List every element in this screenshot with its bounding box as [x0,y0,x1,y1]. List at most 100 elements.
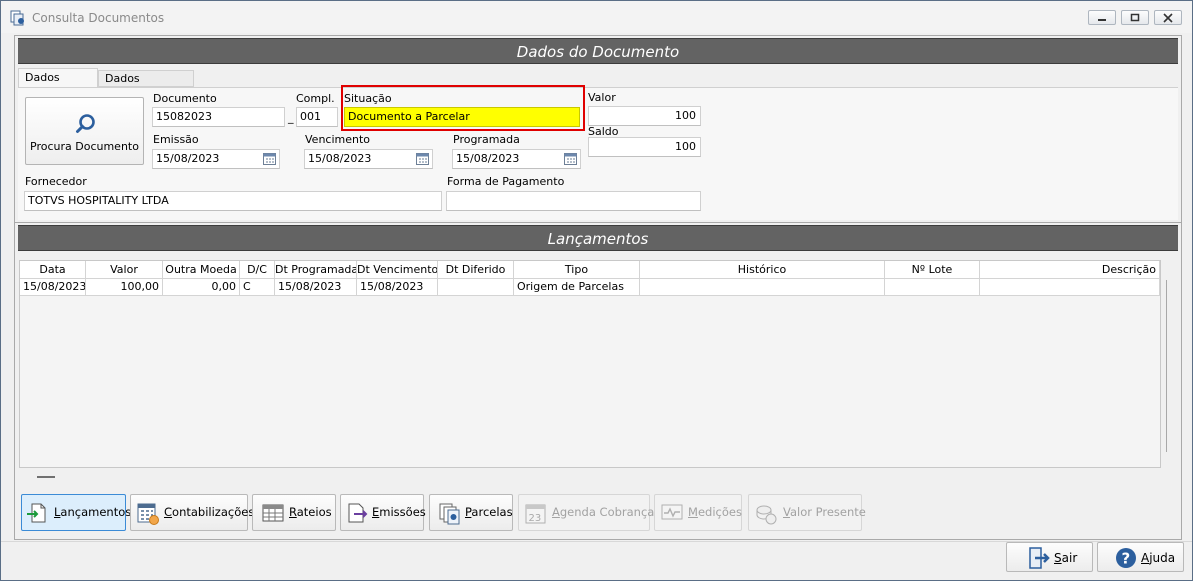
emissoes-button[interactable]: Emissões [340,494,426,531]
grid-header-tipo[interactable]: Tipo [514,261,640,279]
minimize-icon [1098,19,1106,21]
ajuda-label: juda [1149,551,1176,565]
grid-header-data[interactable]: Data [20,261,86,279]
table-row-cell-historico[interactable] [640,279,885,296]
table-row-cell-dt-programada[interactable]: 15/08/2023 [275,279,357,296]
agenda-cobranca-label: genda Cobrança [559,505,655,519]
fornecedor-label: Fornecedor [25,175,87,188]
medicoes-label: edições [697,505,742,519]
ajuda-mnemonic: A [1141,551,1150,565]
lancamentos-button[interactable]: Lançamentos [21,494,131,531]
sair-button[interactable]: Sair [1006,542,1093,572]
emissoes-label: missões [379,505,426,519]
grid-vertical-scrollbar[interactable] [1166,280,1167,452]
medicoes-mnemonic: M [688,505,698,519]
grid-header-historico[interactable]: Histórico [640,261,885,279]
contabilizacoes-label: ontabilizações [172,505,255,519]
ajuda-button[interactable]: ? Ajuda [1097,542,1184,572]
lancamentos-grid[interactable]: Data Valor Outra Moeda D/C Dt Programada… [19,260,1161,468]
coins-icon [756,505,777,525]
agenda-cobranca-button[interactable]: 23 Agenda Cobrança [518,494,654,531]
programada-value: 15/08/2023 [456,152,520,165]
compl-separator: _ [288,111,294,124]
grid-header-dt-programada[interactable]: Dt Programada [275,261,357,279]
grid-header-valor[interactable]: Valor [86,261,163,279]
parcelas-label: arcelas [471,505,513,519]
emissao-input[interactable]: 15/08/2023 [152,149,280,169]
table-row-cell-valor[interactable]: 100,00 [86,279,163,296]
programada-input[interactable]: 15/08/2023 [452,149,581,169]
compl-label: Compl. [296,92,335,105]
table-row-cell-dt-diferido[interactable] [438,279,514,296]
search-icon [76,114,95,133]
grid-header-dc[interactable]: D/C [240,261,275,279]
table-row-cell-dc[interactable]: C [240,279,275,296]
calendar-23-icon: 23 [525,504,546,524]
document-export-icon [348,503,368,523]
rateios-label: ateios [296,505,332,519]
lancamentos-label: ançamentos [60,505,132,519]
parcelas-button[interactable]: Parcelas [429,494,513,531]
minimize-button[interactable] [1088,10,1116,25]
vencimento-value: 15/08/2023 [308,152,372,165]
section-header-lancamentos: Lançamentos [18,225,1178,251]
table-row-cell-dt-vencimento[interactable]: 15/08/2023 [357,279,438,296]
forma-pagamento-label: Forma de Pagamento [447,175,565,188]
window-title: Consulta Documentos [32,11,165,25]
grid-header-dt-diferido[interactable]: Dt Diferido [438,261,514,279]
grid-header-no-lote[interactable]: Nº Lote [885,261,980,279]
tab-dados-gerais[interactable]: Dados Gerais [18,68,98,102]
documento-input[interactable]: 15082023 [152,107,285,127]
valor-presente-label: alor Presente [789,505,866,519]
monitor-chart-icon [661,504,683,520]
grid-header-outra-moeda[interactable]: Outra Moeda [163,261,240,279]
sair-label: air [1061,551,1078,565]
document-arrow-icon [27,503,46,523]
rateios-mnemonic: R [289,505,297,519]
contabilizacoes-mnemonic: C [164,505,173,519]
table-row-cell-descricao[interactable] [980,279,1160,296]
vencimento-label: Vencimento [305,133,371,146]
exit-door-icon [1029,547,1050,569]
grid-header-dt-vencimento[interactable]: Dt Vencimento [357,261,438,279]
agenda-cobranca-mnemonic: A [552,505,560,519]
close-icon [1163,13,1173,23]
forma-pagamento-input[interactable] [446,191,701,211]
fornecedor-input[interactable]: TOTVS HOSPITALITY LTDA [24,191,442,211]
title-bar: Consulta Documentos [1,1,1192,33]
valor-label: Valor [588,91,616,104]
procura-documento-button[interactable]: Procura Documento [25,97,144,165]
emissao-value: 15/08/2023 [156,152,220,165]
section-header-documento: Dados do Documento [18,38,1178,64]
grid-header-descricao[interactable]: Descrição [980,261,1160,279]
svg-text:?: ? [1122,550,1131,568]
rateios-button[interactable]: Rateios [252,494,336,531]
stacked-documents-icon [439,503,460,525]
table-grid-icon [262,504,284,522]
maximize-icon [1130,13,1140,22]
documento-label: Documento [153,92,217,105]
maximize-button[interactable] [1121,10,1149,25]
close-button[interactable] [1154,10,1182,25]
grid-horizontal-scroll-thumb[interactable] [37,476,55,478]
table-row-cell-data[interactable]: 15/08/2023 [20,279,86,296]
valor-presente-button[interactable]: Valor Presente [748,494,866,531]
table-row-cell-no-lote[interactable] [885,279,980,296]
table-row-cell-tipo[interactable]: Origem de Parcelas [514,279,640,296]
help-icon: ? [1116,548,1136,568]
saldo-input[interactable]: 100 [588,137,701,157]
emissao-label: Emissão [153,133,199,146]
valor-input[interactable]: 100 [588,106,701,126]
calendar-icon[interactable] [564,153,577,165]
table-row-cell-outra-moeda[interactable]: 0,00 [163,279,240,296]
programada-label: Programada [453,133,520,146]
compl-input[interactable]: 001 [296,107,338,127]
calendar-icon[interactable] [263,153,276,165]
vencimento-input[interactable]: 15/08/2023 [304,149,433,169]
contabilizacoes-button[interactable]: Contabilizações [130,494,254,531]
app-icon [10,10,24,26]
tab-dados-bancarios[interactable]: Dados Bancários [98,70,194,101]
calendar-icon[interactable] [416,153,429,165]
valor-presente-mnemonic: V [783,505,790,519]
medicoes-button[interactable]: Medições [654,494,742,531]
